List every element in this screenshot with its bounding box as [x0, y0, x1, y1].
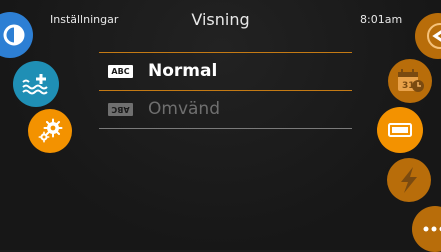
option-reversed-label: Omvänd: [148, 99, 220, 119]
water-temp-icon: [21, 71, 51, 97]
settings-gear-icon: [35, 116, 65, 146]
power-button[interactable]: [387, 158, 431, 202]
display-icon: [386, 120, 414, 140]
screen: Inställningar Visning 8:01am: [0, 0, 441, 250]
abc-reversed-icon: ABC: [108, 103, 133, 116]
back-arrow-icon: [418, 16, 441, 56]
option-reversed[interactable]: ABC Omvänd: [99, 91, 352, 128]
clock: 8:01am: [360, 13, 402, 26]
theme-button[interactable]: [0, 12, 33, 58]
water-temp-button[interactable]: [13, 61, 59, 107]
power-icon: [395, 165, 423, 195]
option-normal[interactable]: ABC Normal: [99, 53, 352, 90]
bottom-divider: [99, 128, 352, 129]
settings-button[interactable]: [28, 109, 72, 153]
display-button[interactable]: [377, 107, 423, 153]
theme-icon: [0, 15, 30, 55]
option-normal-label: Normal: [148, 61, 217, 81]
abc-normal-icon: ABC: [108, 65, 133, 78]
back-button[interactable]: [415, 13, 441, 59]
more-button[interactable]: [412, 206, 441, 252]
more-icon: [420, 223, 441, 235]
calendar-clock-button[interactable]: 31: [388, 59, 432, 103]
calendar-clock-icon: 31: [394, 67, 426, 95]
